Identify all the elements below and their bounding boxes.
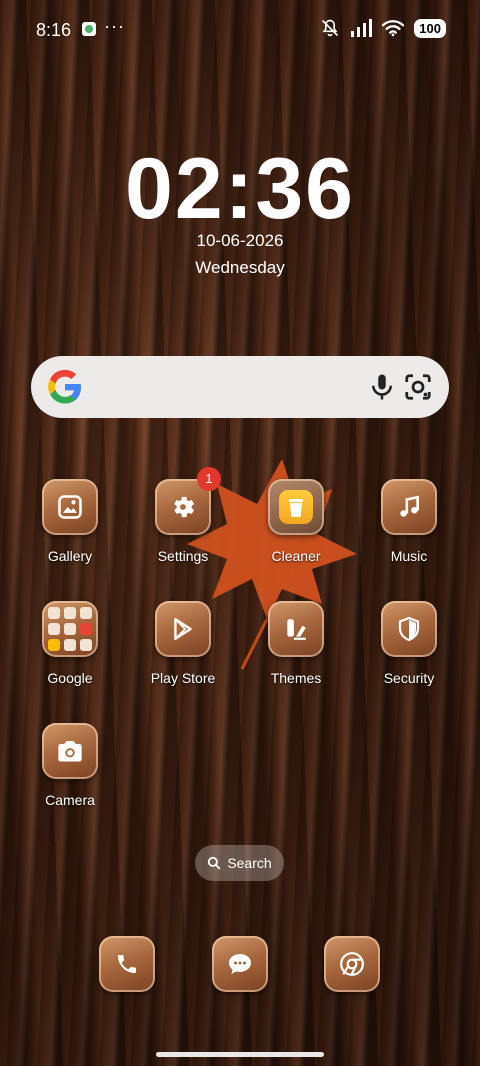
app-play-store[interactable]: Play Store: [127, 601, 239, 686]
app-label: Security: [383, 670, 435, 686]
clock-day: Wednesday: [195, 258, 285, 277]
dock-chrome[interactable]: [296, 936, 408, 992]
app-themes[interactable]: Themes: [240, 601, 352, 686]
folder-icon: [42, 601, 98, 657]
gear-icon: 1: [155, 467, 221, 535]
app-folder-google[interactable]: Google: [14, 601, 126, 686]
gesture-nav-bar[interactable]: [156, 1052, 324, 1057]
app-label: Music: [390, 548, 428, 564]
messages-icon: [212, 936, 268, 992]
play-store-icon: [155, 601, 211, 657]
app-label: Gallery: [47, 548, 93, 564]
more-notifications-icon: ···: [104, 16, 125, 36]
dock-phone[interactable]: [71, 936, 183, 992]
themes-icon: [268, 601, 324, 657]
app-label: Cleaner: [271, 548, 321, 564]
app-label: Play Store: [150, 670, 216, 686]
camera-icon: [42, 723, 98, 779]
wifi-icon: [382, 20, 405, 37]
notification-badge: 1: [197, 467, 221, 491]
signal-icon: [351, 19, 373, 37]
home-screen: 8:16 ··· 100 02:36 10-06-2026 Wednesday: [0, 0, 480, 1066]
music-note-icon: [381, 479, 437, 535]
battery-indicator: 100: [414, 18, 446, 38]
dock-messages[interactable]: [184, 936, 296, 992]
app-search-label: Search: [227, 855, 272, 871]
notification-app-icon: [82, 22, 96, 36]
gallery-icon: [42, 479, 98, 535]
shield-icon: [381, 601, 437, 657]
microphone-icon[interactable]: [367, 372, 397, 402]
clock-time[interactable]: 02:36: [0, 140, 480, 239]
app-label: Google: [47, 670, 93, 686]
app-cleaner[interactable]: Cleaner: [240, 479, 352, 564]
search-icon: [208, 856, 221, 870]
mute-icon: [322, 19, 339, 37]
app-camera[interactable]: Camera: [14, 723, 126, 808]
trash-icon: [268, 479, 324, 535]
app-label: Camera: [45, 792, 95, 808]
app-search-button[interactable]: Search: [195, 845, 284, 881]
google-search-bar[interactable]: [31, 356, 449, 418]
google-lens-icon[interactable]: [403, 372, 433, 402]
status-bar: 8:16 ··· 100: [0, 0, 480, 60]
app-label: Themes: [270, 670, 322, 686]
google-logo-icon: [48, 369, 81, 404]
app-security[interactable]: Security: [353, 601, 465, 686]
app-label: Settings: [157, 548, 209, 564]
status-time: 8:16: [36, 20, 72, 40]
phone-icon: [99, 936, 155, 992]
app-gallery[interactable]: Gallery: [14, 479, 126, 564]
chrome-icon: [324, 936, 380, 992]
clock-date: 10-06-2026: [196, 231, 284, 250]
app-settings[interactable]: 1 Settings: [127, 467, 239, 564]
app-music[interactable]: Music: [353, 479, 465, 564]
